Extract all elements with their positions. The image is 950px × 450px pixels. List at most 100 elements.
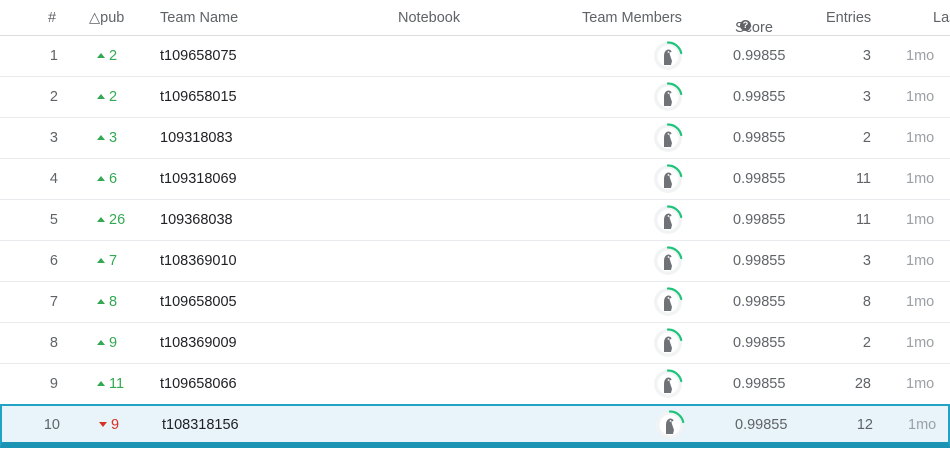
rank-header[interactable]: # [48,10,56,26]
delta-cell: 7 [97,253,117,269]
entries-cell: 3 [862,48,871,64]
entries-cell: 3 [862,89,871,105]
default-user-avatar-icon[interactable] [655,410,685,440]
caret-up-icon [97,135,105,140]
last-submission-cell: 1mo [906,294,935,310]
team-name-link[interactable]: t108369010 [160,253,237,269]
entries-cell: 2 [862,130,871,146]
last-submission-cell: 1mo [908,417,937,433]
rank-cell: 3 [49,130,58,146]
caret-up-icon [97,176,105,181]
last-header[interactable]: Last [933,10,950,26]
table-row[interactable]: 10 9 t108318156 0.99855 12 1mo [0,404,950,448]
rank-cell: 9 [49,376,58,392]
entries-cell: 28 [854,376,871,392]
last-submission-cell: 1mo [906,212,935,228]
entries-cell: 8 [862,294,871,310]
last-submission-cell: 1mo [906,171,935,187]
rank-cell: 1 [49,48,58,64]
rank-cell: 2 [49,89,58,105]
notebook-header: Notebook [398,10,461,26]
score-cell: 0.99855 [733,335,786,351]
default-user-avatar-icon[interactable] [653,41,683,71]
last-submission-cell: 1mo [906,89,935,105]
team-name-link[interactable]: t108318156 [162,417,239,433]
rank-cell: 7 [49,294,58,310]
team-name-header[interactable]: Team Name [160,10,238,26]
delta-cell: 9 [99,417,119,433]
rank-cell: 10 [43,417,60,433]
team-name-link[interactable]: 109368038 [160,212,233,228]
table-row[interactable]: 7 8 t109658005 0.99855 8 1mo [0,281,950,323]
delta-value: 2 [109,48,118,64]
delta-value: 9 [109,335,118,351]
caret-up-icon [97,217,105,222]
delta-value: 3 [109,130,118,146]
rank-cell: 8 [49,335,58,351]
caret-up-icon [97,299,105,304]
team-name-link[interactable]: t108369009 [160,335,237,351]
team-name-link[interactable]: t109658005 [160,294,237,310]
rank-cell: 6 [49,253,58,269]
table-row[interactable]: 4 6 t109318069 0.99855 11 1mo [0,158,950,200]
caret-down-icon [99,422,107,427]
entries-header[interactable]: Entries [826,10,871,26]
rank-cell: 5 [49,212,58,228]
table-row[interactable]: 8 9 t108369009 0.99855 2 1mo [0,322,950,364]
team-name-link[interactable]: t109318069 [160,171,237,187]
table-row[interactable]: 2 2 t109658015 0.99855 3 1mo [0,76,950,118]
table-row[interactable]: 5 26 109368038 0.99855 11 1mo [0,199,950,241]
last-submission-cell: 1mo [906,253,935,269]
default-user-avatar-icon[interactable] [653,205,683,235]
score-cell: 0.99855 [733,171,786,187]
score-cell: 0.99855 [733,89,786,105]
caret-up-icon [97,340,105,345]
default-user-avatar-icon[interactable] [653,369,683,399]
score-cell: 0.99855 [735,417,788,433]
team-name-link[interactable]: t109658015 [160,89,237,105]
delta-cell: 11 [97,376,124,392]
table-row[interactable]: 6 7 t108369010 0.99855 3 1mo [0,240,950,282]
delta-cell: 9 [97,335,117,351]
last-submission-cell: 1mo [906,335,935,351]
default-user-avatar-icon[interactable] [653,287,683,317]
delta-cell: 2 [97,48,117,64]
default-user-avatar-icon[interactable] [653,328,683,358]
delta-value: 26 [109,212,126,228]
caret-up-icon [97,258,105,263]
table-row[interactable]: 1 2 t109658075 0.99855 3 1mo [0,35,950,77]
last-submission-cell: 1mo [906,130,935,146]
delta-value: 11 [109,376,125,392]
caret-up-icon [97,94,105,99]
delta-value: 6 [109,171,118,187]
score-cell: 0.99855 [733,48,786,64]
team-name-link[interactable]: 109318083 [160,130,233,146]
last-submission-cell: 1mo [906,376,935,392]
team-name-link[interactable]: t109658075 [160,48,237,64]
score-cell: 0.99855 [733,376,786,392]
delta-cell: 8 [97,294,117,310]
rank-cell: 4 [49,171,58,187]
delta-value: 8 [109,294,118,310]
delta-value: 2 [109,89,118,105]
team-name-link[interactable]: t109658066 [160,376,237,392]
delta-value: 7 [109,253,118,269]
score-cell: 0.99855 [733,130,786,146]
help-circle-icon[interactable]: ? [740,20,751,31]
table-row[interactable]: 3 3 109318083 0.99855 2 1mo [0,117,950,159]
default-user-avatar-icon[interactable] [653,82,683,112]
entries-cell: 11 [855,171,871,187]
default-user-avatar-icon[interactable] [653,246,683,276]
delta-value: 9 [111,417,120,433]
delta-pub-header[interactable]: △pub [89,10,124,26]
score-cell: 0.99855 [733,212,786,228]
entries-cell: 11 [855,212,871,228]
table-row[interactable]: 9 11 t109658066 0.99855 28 1mo [0,363,950,405]
score-cell: 0.99855 [733,253,786,269]
last-submission-cell: 1mo [906,48,935,64]
caret-up-icon [97,381,105,386]
default-user-avatar-icon[interactable] [653,123,683,153]
team-members-header: Team Members [582,10,682,26]
entries-cell: 12 [856,417,873,433]
default-user-avatar-icon[interactable] [653,164,683,194]
